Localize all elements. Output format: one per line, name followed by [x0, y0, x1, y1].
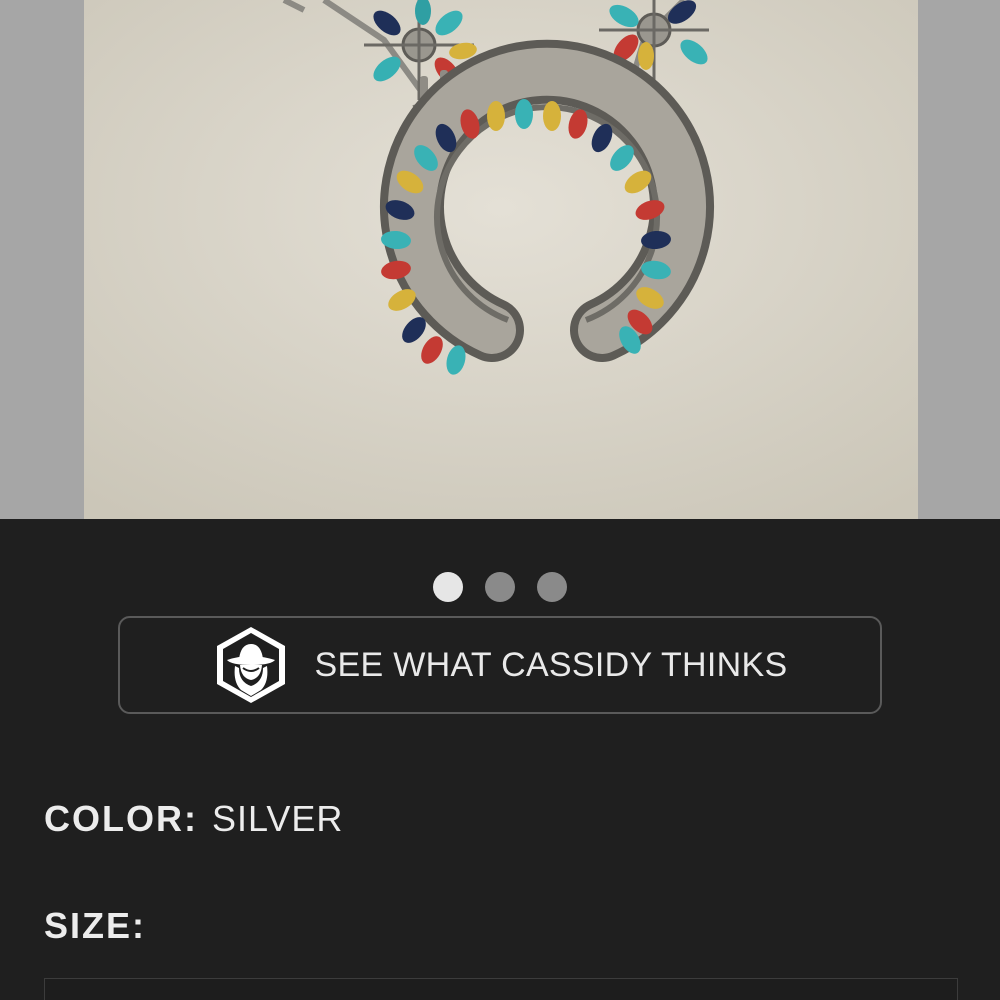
color-value: SILVER [211, 798, 344, 839]
color-label: COLOR: [44, 798, 198, 839]
product-image-area[interactable] [0, 0, 1000, 519]
see-what-cassidy-thinks-button[interactable]: SEE WHAT CASSIDY THINKS [118, 616, 882, 714]
size-label: SIZE: [44, 905, 147, 946]
color-option: COLOR: SILVER [44, 798, 343, 840]
see-what-cassidy-thinks-label: SEE WHAT CASSIDY THINKS [314, 645, 788, 684]
product-photo[interactable] [84, 0, 918, 519]
size-select[interactable] [44, 978, 958, 1000]
squash-blossom-necklace-image [84, 0, 918, 519]
image-carousel-pager [0, 572, 1000, 602]
size-option: SIZE: [44, 905, 146, 947]
carousel-dot-2[interactable] [485, 572, 515, 602]
carousel-dot-1[interactable] [433, 572, 463, 602]
carousel-dot-3[interactable] [537, 572, 567, 602]
cowgirl-hat-badge-icon [216, 627, 285, 703]
product-page: SEE WHAT CASSIDY THINKS COLOR: SILVER SIZ… [0, 0, 1000, 1000]
